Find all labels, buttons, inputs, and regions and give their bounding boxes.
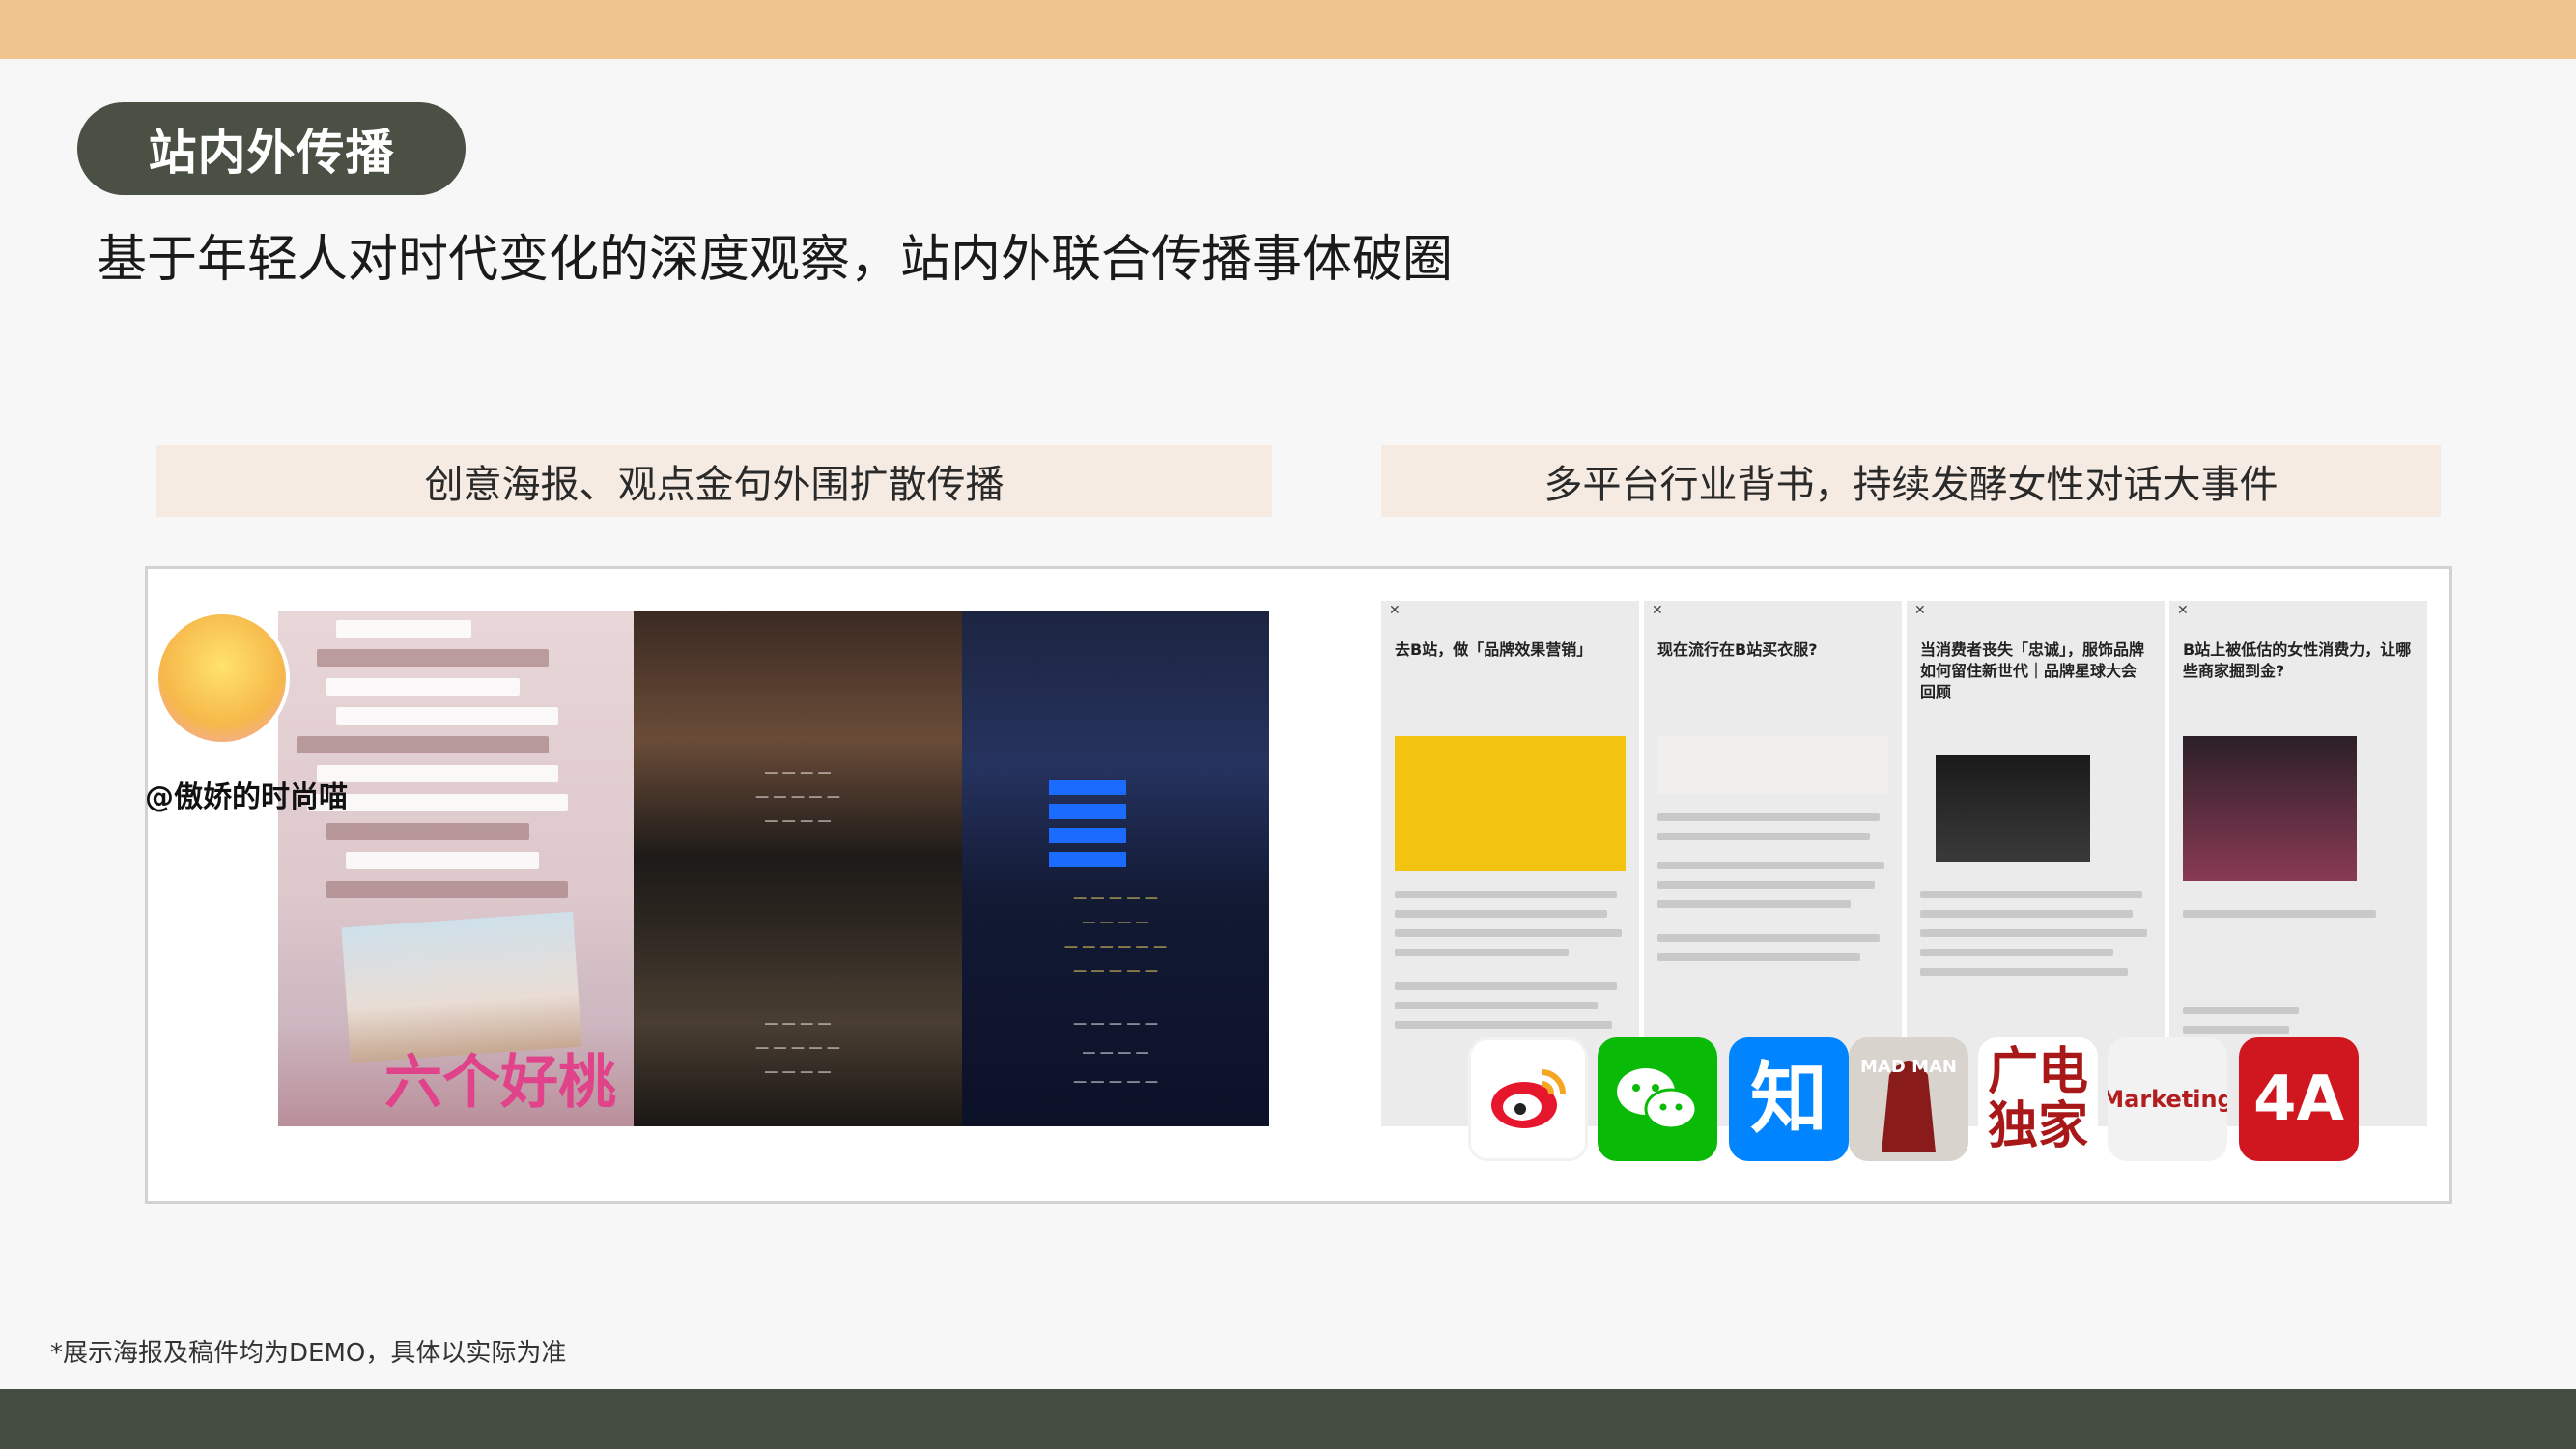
bottom-band (0, 1389, 2576, 1449)
poster-title: 六个好桃 (384, 1049, 616, 1117)
article-title: 现在流行在B站买衣服? (1657, 640, 1818, 659)
footnote: *展示海报及稿件均为DEMO，具体以实际为准 (50, 1339, 567, 1368)
article-image (1936, 755, 2090, 862)
top-band (0, 0, 2576, 59)
madman-logo: MAD MAN (1849, 1037, 1968, 1161)
poster-interview: — — — — — — — — — — — — — — — — — — — — … (634, 611, 962, 1126)
wechat-icon (1617, 1068, 1698, 1130)
guangdian-logo: 广电独家 (1978, 1037, 2098, 1161)
close-icon: ✕ (1914, 603, 1926, 618)
poster-pink: 六个好桃 (278, 611, 634, 1126)
poster-speech: — — — — — — — — — — — — — — — — — — — — … (962, 611, 1269, 1126)
close-icon: ✕ (2177, 603, 2189, 618)
weibo-logo (1468, 1037, 1588, 1161)
article-image (1657, 736, 1888, 794)
close-icon: ✕ (1652, 603, 1663, 618)
weibo-icon (1491, 1069, 1566, 1128)
article-image (1395, 736, 1626, 871)
account-name: @傲娇的时尚喵 (145, 781, 348, 814)
close-icon: ✕ (1389, 603, 1401, 618)
left-section-title: 创意海报、观点金句外围扩散传播 (156, 445, 1272, 517)
zhihu-logo: 知 (1729, 1037, 1849, 1161)
marketing-logo: Marketing (2108, 1037, 2227, 1161)
4a-logo: 4A (2239, 1037, 2359, 1161)
page-subtitle: 基于年轻人对时代变化的深度观察，站内外联合传播事体破圈 (97, 231, 1454, 289)
article-title: B站上被低估的女性消费力，让哪些商家掘到金? (2183, 640, 2412, 680)
right-section-title: 多平台行业背书，持续发酵女性对话大事件 (1381, 445, 2441, 517)
article-title: 去B站，做「品牌效果营销」 (1395, 640, 1593, 659)
section-tag: 站内外传播 (77, 102, 466, 195)
avatar (155, 611, 290, 746)
article-title: 当消费者丧失「忠诚」，服饰品牌如何留住新世代｜品牌星球大会回顾 (1920, 640, 2145, 701)
wechat-logo (1598, 1037, 1717, 1161)
article-image (2183, 736, 2357, 881)
